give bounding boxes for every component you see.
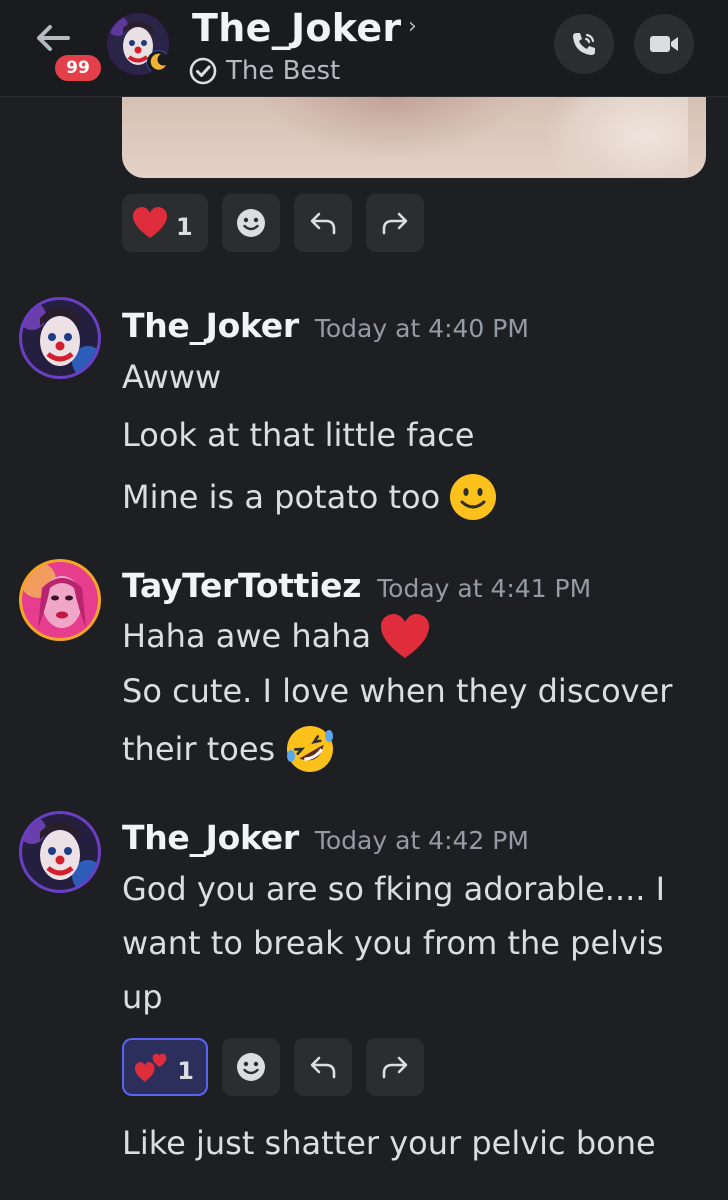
rofl-emoji-icon	[287, 726, 334, 772]
reaction-bar: 1	[122, 194, 424, 252]
add-reaction-icon	[237, 209, 265, 237]
chat-header: 99 The_Joker › The Best	[0, 0, 728, 97]
page-title[interactable]: The_Joker	[192, 6, 401, 50]
add-reaction-icon	[237, 1053, 265, 1081]
status-text: The Best	[226, 56, 341, 86]
reply-icon	[310, 1056, 336, 1079]
avatar[interactable]	[18, 810, 102, 894]
message-text: God you are so fking adorable.... I want…	[122, 870, 666, 1016]
message-text: Awww	[122, 358, 221, 396]
forward-button[interactable]	[366, 1038, 424, 1096]
two-hearts-icon	[134, 1053, 167, 1082]
message-line: Look at that little face	[122, 416, 475, 454]
verified-icon	[189, 57, 217, 85]
voice-call-button[interactable]	[554, 14, 614, 74]
message-text: So cute. I love when they discover	[122, 672, 672, 710]
forward-button[interactable]	[366, 194, 424, 252]
phone-icon	[573, 33, 595, 55]
user-status: The Best	[188, 54, 340, 88]
heart-icon	[133, 207, 167, 238]
message-line: Mine is a potato too	[122, 478, 441, 516]
message-line: Awww	[122, 358, 222, 396]
author-name[interactable]: The_Joker	[122, 306, 299, 345]
message-text: Like just shatter your pelvic bone	[122, 1124, 656, 1162]
timestamp: Today at 4:42 PM	[314, 826, 529, 855]
add-reaction-button[interactable]	[222, 1038, 280, 1096]
forward-icon	[382, 212, 408, 235]
chevron-right-icon[interactable]: ›	[408, 14, 417, 39]
message-line: So cute. I love when they discover	[122, 672, 673, 710]
author-name[interactable]: The_Joker	[122, 818, 299, 857]
unread-badge: 99	[52, 52, 104, 84]
smile-emoji-icon	[450, 474, 497, 520]
hearts-reaction[interactable]: 1	[122, 1038, 208, 1096]
reply-icon	[310, 212, 336, 235]
forward-icon	[382, 1056, 408, 1079]
author-name[interactable]: TayTerTottiez	[122, 566, 361, 605]
heart-reaction[interactable]: 1	[122, 194, 208, 252]
reaction-bar: 1	[122, 1038, 424, 1096]
video-icon	[650, 36, 678, 52]
message-line: Like just shatter your pelvic bone	[122, 1124, 656, 1162]
avatar[interactable]	[18, 558, 102, 642]
message-text: Mine is a potato too	[122, 472, 498, 522]
message-text: Look at that little face	[122, 416, 474, 454]
reply-button[interactable]	[294, 194, 352, 252]
message-header: The_Joker Today at 4:40 PM	[122, 306, 529, 345]
reply-button[interactable]	[294, 1038, 352, 1096]
message-text: Haha awe haha	[122, 612, 431, 660]
idle-status-icon	[147, 51, 169, 73]
timestamp: Today at 4:41 PM	[377, 574, 592, 603]
message-line: their toes	[122, 730, 276, 768]
timestamp: Today at 4:40 PM	[314, 314, 529, 343]
heart-emoji-icon	[381, 614, 430, 658]
video-call-button[interactable]	[634, 14, 694, 74]
avatar[interactable]	[18, 296, 102, 380]
message-header: TayTerTottiez Today at 4:41 PM	[122, 566, 591, 605]
add-reaction-button[interactable]	[222, 194, 280, 252]
reaction-count: 1	[176, 213, 193, 241]
reaction-count: 1	[177, 1057, 194, 1085]
message-line: Haha awe haha	[122, 617, 372, 655]
message-header: The_Joker Today at 4:42 PM	[122, 818, 529, 857]
message-text: their toes	[122, 722, 337, 776]
